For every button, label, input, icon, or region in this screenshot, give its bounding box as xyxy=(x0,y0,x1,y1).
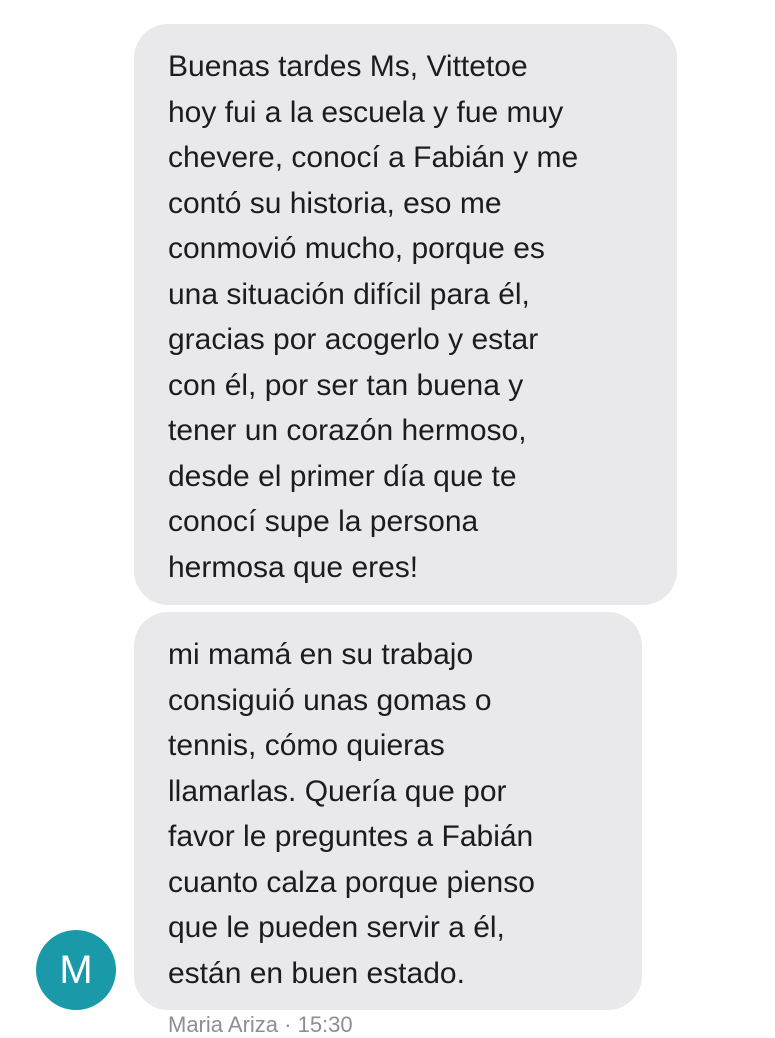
message-line: que le pueden servir a él, xyxy=(168,911,505,944)
message-line: chevere, conocí a Fabián y me xyxy=(168,141,579,174)
sender-name-timestamp: Maria Ariza · 15:30 xyxy=(168,1012,353,1037)
message-line: mi mamá en su trabajo xyxy=(168,638,474,671)
message-line: contó su historia, eso me xyxy=(168,186,502,220)
message-line: gracias por acogerlo y estar xyxy=(168,323,539,356)
message-line: desde el primer día que te xyxy=(168,459,517,493)
sender-avatar[interactable]: M xyxy=(36,930,116,1010)
message-line: con él, por ser tan buena y xyxy=(168,368,524,402)
message-line: cuanto calza porque pienso xyxy=(168,865,535,899)
message-line: conmovió mucho, porque es xyxy=(168,232,545,265)
message-bubble[interactable]: mi mamá en su trabajo consiguió unas gom… xyxy=(134,612,642,1010)
message-line: favor le preguntes a Fabián xyxy=(168,820,534,853)
message-line: tener un corazón hermoso, xyxy=(168,414,527,447)
message-line: conocí supe la persona xyxy=(168,505,479,538)
message-line: hoy fui a la escuela y fue muy xyxy=(168,95,564,129)
message-thread: Buenas tardes Ms, Vittetoe hoy fui a la … xyxy=(0,0,775,1037)
message-line: tennis, cómo quieras xyxy=(168,729,445,762)
message-bubble[interactable]: Buenas tardes Ms, Vittetoe hoy fui a la … xyxy=(134,24,677,605)
message-line: Buenas tardes Ms, Vittetoe xyxy=(168,50,528,83)
avatar-initial: M xyxy=(59,948,93,992)
message-line: hermosa que eres! xyxy=(168,550,419,584)
message-line: una situación difícil para él, xyxy=(168,277,530,311)
message-line: consiguió unas gomas o xyxy=(168,683,492,717)
message-line: están en buen estado. xyxy=(168,956,465,990)
message-line: llamarlas. Quería que por xyxy=(168,774,507,808)
